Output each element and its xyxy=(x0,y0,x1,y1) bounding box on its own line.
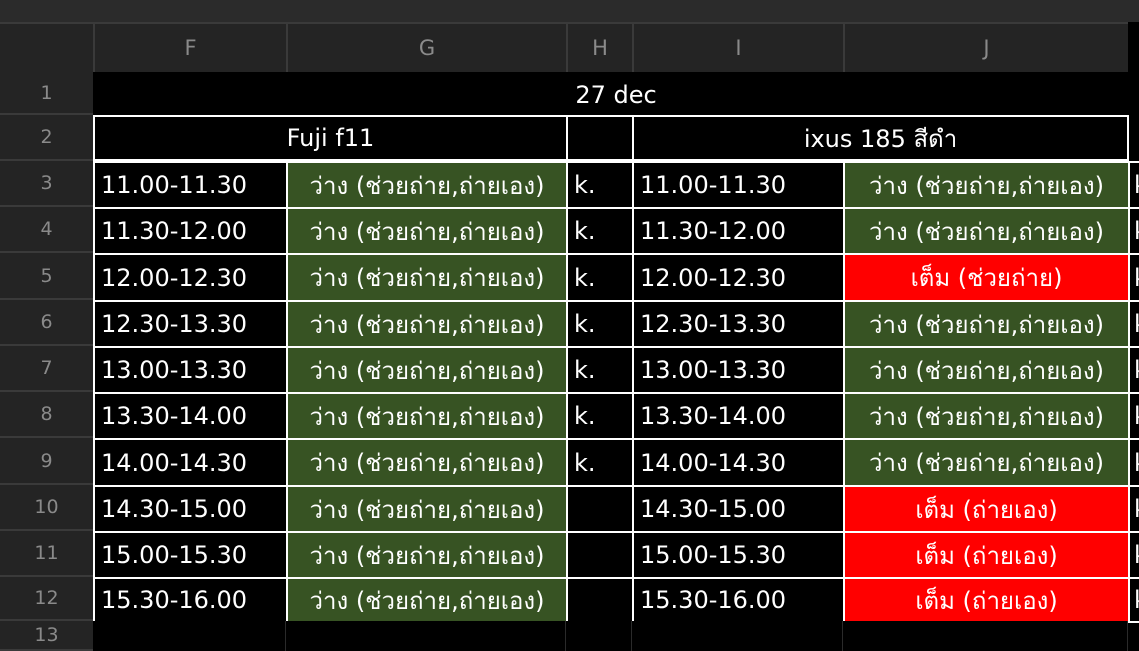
row-header-9[interactable]: 9 xyxy=(0,438,93,485)
left-status-cell[interactable]: ว่าง (ช่วยถ่าย,ถ่ายเอง) xyxy=(286,161,568,209)
mark-cell[interactable]: k. xyxy=(566,300,634,348)
right-status-cell[interactable]: ว่าง (ช่วยถ่าย,ถ่ายเอง) xyxy=(843,438,1130,487)
spacer-header-cell[interactable] xyxy=(566,115,634,161)
mark-cell[interactable]: k. xyxy=(566,161,634,209)
edge-cell[interactable]: k xyxy=(1128,531,1139,579)
column-header-g[interactable]: G xyxy=(286,22,566,72)
right-status-cell[interactable]: เต็ม (ถ่ายเอง) xyxy=(843,485,1130,533)
row-header-3[interactable]: 3 xyxy=(0,161,93,207)
left-time-cell[interactable]: 11.30-12.00 xyxy=(93,207,288,255)
edge-cell[interactable]: k xyxy=(1128,485,1139,533)
empty-cell-row13[interactable] xyxy=(93,621,286,651)
right-camera-name: ixus 185 สีดำ xyxy=(803,124,958,153)
left-status-cell[interactable]: ว่าง (ช่วยถ่าย,ถ่ายเอง) xyxy=(286,253,568,302)
right-time-cell[interactable]: 15.00-15.30 xyxy=(632,531,845,579)
left-time-cell[interactable]: 15.00-15.30 xyxy=(93,531,288,579)
right-status-cell[interactable]: ว่าง (ช่วยถ่าย,ถ่ายเอง) xyxy=(843,161,1130,209)
right-time-cell[interactable]: 14.30-15.00 xyxy=(632,485,845,533)
row-header-7[interactable]: 7 xyxy=(0,346,93,392)
left-status-cell[interactable]: ว่าง (ช่วยถ่าย,ถ่ายเอง) xyxy=(286,438,568,487)
date-header-cell[interactable]: 27 dec xyxy=(93,72,1139,117)
right-time-cell[interactable]: 11.30-12.00 xyxy=(632,207,845,255)
left-camera-name: Fuji f11 xyxy=(286,124,375,152)
edge-cell[interactable]: k xyxy=(1128,438,1139,487)
left-time-cell[interactable]: 11.00-11.30 xyxy=(93,161,288,209)
left-status-cell[interactable]: ว่าง (ช่วยถ่าย,ถ่ายเอง) xyxy=(286,531,568,579)
left-time-cell[interactable]: 14.00-14.30 xyxy=(93,438,288,487)
right-camera-header-cell[interactable]: ixus 185 สีดำ xyxy=(632,115,1129,161)
empty-cell-row13[interactable] xyxy=(843,621,1128,651)
right-time-cell[interactable]: 14.00-14.30 xyxy=(632,438,845,487)
edge-cell[interactable]: k xyxy=(1128,253,1139,302)
right-status-cell[interactable]: ว่าง (ช่วยถ่าย,ถ่ายเอง) xyxy=(843,300,1130,348)
right-time-cell[interactable]: 12.30-13.30 xyxy=(632,300,845,348)
right-time-cell[interactable]: 12.00-12.30 xyxy=(632,253,845,302)
right-status-cell[interactable]: ว่าง (ช่วยถ่าย,ถ่ายเอง) xyxy=(843,346,1130,394)
mark-cell[interactable]: k. xyxy=(566,207,634,255)
mark-cell[interactable]: k. xyxy=(566,346,634,394)
column-header-f[interactable]: F xyxy=(93,22,286,72)
left-time-cell[interactable]: 12.00-12.30 xyxy=(93,253,288,302)
right-status-cell[interactable]: ว่าง (ช่วยถ่าย,ถ่ายเอง) xyxy=(843,392,1130,440)
left-time-cell[interactable]: 13.00-13.30 xyxy=(93,346,288,394)
left-time-cell[interactable]: 14.30-15.00 xyxy=(93,485,288,533)
edge-cell[interactable]: k xyxy=(1128,392,1139,440)
row-header-13[interactable]: 13 xyxy=(0,621,93,651)
left-time-cell[interactable]: 15.30-16.00 xyxy=(93,577,288,623)
right-status-cell[interactable]: เต็ม (ถ่ายเอง) xyxy=(843,531,1130,579)
select-all-corner[interactable] xyxy=(0,22,93,72)
column-header-j[interactable]: J xyxy=(843,22,1128,72)
right-time-cell[interactable]: 13.30-14.00 xyxy=(632,392,845,440)
left-status-cell[interactable]: ว่าง (ช่วยถ่าย,ถ่ายเอง) xyxy=(286,207,568,255)
left-status-cell[interactable]: ว่าง (ช่วยถ่าย,ถ่ายเอง) xyxy=(286,577,568,623)
mark-cell[interactable]: k. xyxy=(566,438,634,487)
right-status-cell[interactable]: เต็ม (ช่วยถ่าย) xyxy=(843,253,1130,302)
row-header-6[interactable]: 6 xyxy=(0,300,93,346)
empty-cell-row13[interactable] xyxy=(632,621,843,651)
empty-cell-row13[interactable] xyxy=(566,621,632,651)
right-time-cell[interactable]: 15.30-16.00 xyxy=(632,577,845,623)
mark-cell[interactable] xyxy=(566,531,634,579)
left-time-cell[interactable]: 12.30-13.30 xyxy=(93,300,288,348)
edge-cell[interactable]: k xyxy=(1128,161,1139,209)
right-time-cell[interactable]: 11.00-11.30 xyxy=(632,161,845,209)
row-header-5[interactable]: 5 xyxy=(0,253,93,300)
edge-cell[interactable]: k xyxy=(1128,577,1139,623)
date-header-text: 27 dec xyxy=(575,80,657,109)
left-status-cell[interactable]: ว่าง (ช่วยถ่าย,ถ่ายเอง) xyxy=(286,392,568,440)
edge-cell[interactable]: k xyxy=(1128,346,1139,394)
mark-cell[interactable]: k. xyxy=(566,253,634,302)
edge-cell[interactable]: k xyxy=(1128,300,1139,348)
right-status-cell[interactable]: ว่าง (ช่วยถ่าย,ถ่ายเอง) xyxy=(843,207,1130,255)
mark-cell[interactable] xyxy=(566,577,634,623)
row-header-8[interactable]: 8 xyxy=(0,392,93,438)
mark-cell[interactable]: k. xyxy=(566,392,634,440)
left-status-cell[interactable]: ว่าง (ช่วยถ่าย,ถ่ายเอง) xyxy=(286,346,568,394)
row-header-2[interactable]: 2 xyxy=(0,115,93,161)
right-time-cell[interactable]: 13.00-13.30 xyxy=(632,346,845,394)
column-header-h[interactable]: H xyxy=(566,22,632,72)
mark-cell[interactable] xyxy=(566,485,634,533)
empty-cell-row13[interactable] xyxy=(286,621,566,651)
left-status-cell[interactable]: ว่าง (ช่วยถ่าย,ถ่ายเอง) xyxy=(286,300,568,348)
left-time-cell[interactable]: 13.30-14.00 xyxy=(93,392,288,440)
toolbar-strip xyxy=(0,0,1139,22)
right-status-cell[interactable]: เต็ม (ถ่ายเอง) xyxy=(843,577,1130,623)
row-header-1[interactable]: 1 xyxy=(0,72,93,115)
row-header-4[interactable]: 4 xyxy=(0,207,93,253)
column-header-i[interactable]: I xyxy=(632,22,843,72)
row-header-12[interactable]: 12 xyxy=(0,577,93,621)
edge-cell[interactable]: k xyxy=(1128,207,1139,255)
row-header-11[interactable]: 11 xyxy=(0,531,93,577)
row-header-10[interactable]: 10 xyxy=(0,485,93,531)
left-camera-header-cell[interactable]: Fuji f11 xyxy=(93,115,568,161)
left-status-cell[interactable]: ว่าง (ช่วยถ่าย,ถ่ายเอง) xyxy=(286,485,568,533)
